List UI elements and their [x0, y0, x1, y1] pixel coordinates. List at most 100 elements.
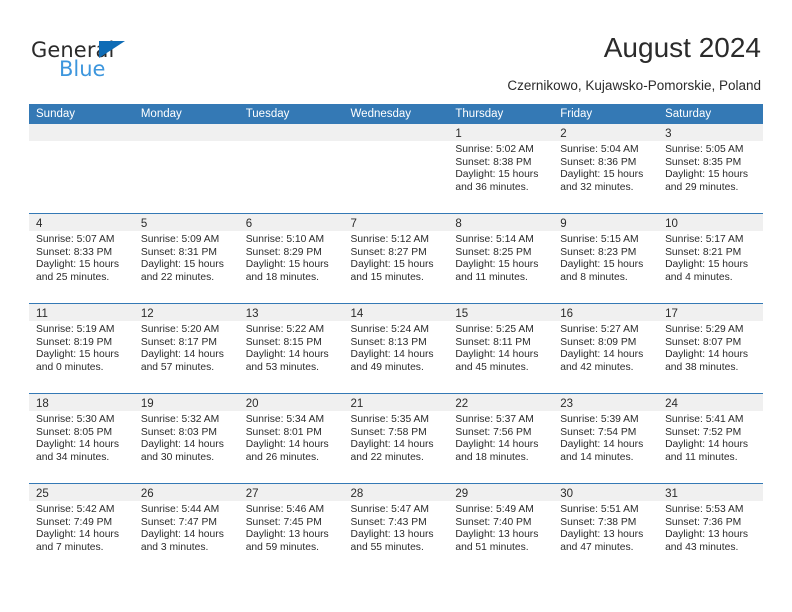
daylight-text-line1: Daylight: 13 hours [245, 529, 329, 541]
day-details: Sunrise: 5:42 AM Sunset: 7:49 PM Dayligh… [29, 501, 134, 554]
day-cell[interactable]: 7 Sunrise: 5:12 AM Sunset: 8:27 PM Dayli… [343, 214, 449, 303]
day-cell[interactable]: 28 Sunrise: 5:47 AM Sunset: 7:43 PM Dayl… [343, 484, 449, 573]
day-cell[interactable]: 9 Sunrise: 5:15 AM Sunset: 8:23 PM Dayli… [553, 214, 659, 303]
day-cell[interactable]: 22 Sunrise: 5:37 AM Sunset: 7:56 PM Dayl… [448, 394, 554, 483]
daylight-text-line2: and 11 minutes. [455, 271, 528, 283]
day-details: Sunrise: 5:19 AM Sunset: 8:19 PM Dayligh… [29, 321, 134, 374]
day-cell[interactable]: 23 Sunrise: 5:39 AM Sunset: 7:54 PM Dayl… [553, 394, 659, 483]
sunset-text: Sunset: 8:31 PM [140, 246, 217, 258]
day-cell[interactable]: 16 Sunrise: 5:27 AM Sunset: 8:09 PM Dayl… [553, 304, 659, 393]
day-cell[interactable]: 19 Sunrise: 5:32 AM Sunset: 8:03 PM Dayl… [133, 394, 239, 483]
day-number: 10 [665, 218, 678, 230]
day-cell[interactable]: 13 Sunrise: 5:22 AM Sunset: 8:15 PM Dayl… [238, 304, 344, 393]
day-cell[interactable] [343, 124, 449, 213]
day-number-band [133, 124, 239, 141]
day-cell[interactable]: 25 Sunrise: 5:42 AM Sunset: 7:49 PM Dayl… [29, 484, 134, 573]
daylight-text-line2: and 25 minutes. [36, 271, 110, 283]
daylight-text-line2: and 14 minutes. [560, 451, 634, 463]
daylight-text-line2: and 38 minutes. [665, 361, 739, 373]
daylight-text-line1: Daylight: 13 hours [350, 529, 434, 541]
day-number-band: 23 [553, 394, 659, 411]
day-number: 7 [350, 218, 357, 230]
sunset-text: Sunset: 7:43 PM [350, 516, 427, 528]
day-number: 16 [560, 308, 574, 320]
sunset-text: Sunset: 8:38 PM [455, 156, 532, 168]
day-cell[interactable]: 31 Sunrise: 5:53 AM Sunset: 7:36 PM Dayl… [658, 484, 763, 573]
sunrise-text: Sunrise: 5:19 AM [36, 324, 115, 335]
day-cell[interactable]: 1 Sunrise: 5:02 AM Sunset: 8:38 PM Dayli… [448, 124, 554, 213]
day-cell[interactable] [238, 124, 344, 213]
day-number-band: 1 [448, 124, 554, 141]
brand-logo[interactable]: General Blue [31, 38, 191, 84]
day-cell[interactable]: 10 Sunrise: 5:17 AM Sunset: 8:21 PM Dayl… [658, 214, 763, 303]
sunset-text: Sunset: 7:45 PM [245, 516, 322, 528]
day-number: 11 [36, 308, 48, 320]
daylight-text-line1: Daylight: 15 hours [245, 259, 329, 271]
sunset-text: Sunset: 7:52 PM [665, 426, 742, 438]
day-cell[interactable]: 4 Sunrise: 5:07 AM Sunset: 8:33 PM Dayli… [29, 214, 134, 303]
day-details: Sunrise: 5:35 AM Sunset: 7:58 PM Dayligh… [344, 411, 449, 464]
day-cell[interactable]: 27 Sunrise: 5:46 AM Sunset: 7:45 PM Dayl… [238, 484, 344, 573]
day-cell[interactable]: 24 Sunrise: 5:41 AM Sunset: 7:52 PM Dayl… [658, 394, 763, 483]
day-cell[interactable]: 5 Sunrise: 5:09 AM Sunset: 8:31 PM Dayli… [133, 214, 239, 303]
day-cell[interactable]: 15 Sunrise: 5:25 AM Sunset: 8:11 PM Dayl… [448, 304, 554, 393]
day-details: Sunrise: 5:46 AM Sunset: 7:45 PM Dayligh… [239, 501, 344, 554]
day-cell[interactable]: 14 Sunrise: 5:24 AM Sunset: 8:13 PM Dayl… [343, 304, 449, 393]
day-cell[interactable]: 18 Sunrise: 5:30 AM Sunset: 8:05 PM Dayl… [29, 394, 134, 483]
daylight-text-line2: and 36 minutes. [455, 181, 529, 193]
sunrise-text: Sunrise: 5:46 AM [245, 504, 325, 515]
day-number-band: 28 [343, 484, 449, 501]
day-number-band: 8 [448, 214, 554, 231]
sunset-text: Sunset: 7:40 PM [455, 516, 532, 528]
day-cell[interactable]: 29 Sunrise: 5:49 AM Sunset: 7:40 PM Dayl… [448, 484, 554, 573]
day-number: 20 [245, 398, 259, 410]
sunset-text: Sunset: 8:19 PM [36, 336, 113, 348]
day-number: 5 [140, 218, 148, 230]
weekday-header-tuesday: Tuesday [245, 108, 290, 120]
day-number-band: 15 [448, 304, 554, 321]
day-details [29, 141, 134, 144]
day-cell[interactable]: 12 Sunrise: 5:20 AM Sunset: 8:17 PM Dayl… [133, 304, 239, 393]
day-cell[interactable] [29, 124, 134, 213]
day-number: 29 [455, 488, 469, 500]
day-cell[interactable]: 6 Sunrise: 5:10 AM Sunset: 8:29 PM Dayli… [238, 214, 344, 303]
day-cell[interactable]: 30 Sunrise: 5:51 AM Sunset: 7:38 PM Dayl… [553, 484, 659, 573]
sunrise-text: Sunrise: 5:47 AM [350, 504, 429, 515]
day-cell[interactable]: 17 Sunrise: 5:29 AM Sunset: 8:07 PM Dayl… [658, 304, 763, 393]
day-number-band: 19 [133, 394, 239, 411]
day-details: Sunrise: 5:17 AM Sunset: 8:21 PM Dayligh… [658, 231, 763, 284]
day-cell[interactable]: 3 Sunrise: 5:05 AM Sunset: 8:35 PM Dayli… [658, 124, 763, 213]
page-title: August 2024 [603, 32, 761, 63]
sunrise-text: Sunrise: 5:39 AM [560, 414, 639, 425]
sunrise-text: Sunrise: 5:37 AM [455, 414, 534, 425]
day-details: Sunrise: 5:14 AM Sunset: 8:25 PM Dayligh… [448, 231, 553, 284]
daylight-text-line2: and 53 minutes. [245, 361, 319, 373]
daylight-text-line2: and 59 minutes. [245, 541, 319, 553]
daylight-text-line1: Daylight: 14 hours [560, 349, 644, 361]
day-number: 18 [36, 398, 49, 410]
sunset-text: Sunset: 8:36 PM [560, 156, 637, 168]
daylight-text-line1: Daylight: 14 hours [665, 349, 749, 361]
day-cell[interactable]: 11 Sunrise: 5:19 AM Sunset: 8:19 PM Dayl… [29, 304, 134, 393]
day-cell[interactable]: 8 Sunrise: 5:14 AM Sunset: 8:25 PM Dayli… [448, 214, 554, 303]
sunrise-text: Sunrise: 5:53 AM [665, 504, 744, 515]
sunrise-text: Sunrise: 5:17 AM [665, 234, 744, 245]
day-cell[interactable]: 2 Sunrise: 5:04 AM Sunset: 8:36 PM Dayli… [553, 124, 659, 213]
day-cell[interactable]: 26 Sunrise: 5:44 AM Sunset: 7:47 PM Dayl… [133, 484, 239, 573]
day-cell[interactable]: 21 Sunrise: 5:35 AM Sunset: 7:58 PM Dayl… [343, 394, 449, 483]
day-number-band: 25 [29, 484, 134, 501]
day-details: Sunrise: 5:02 AM Sunset: 8:38 PM Dayligh… [448, 141, 553, 194]
day-details: Sunrise: 5:39 AM Sunset: 7:54 PM Dayligh… [553, 411, 658, 464]
day-number: 4 [36, 218, 43, 230]
day-cell[interactable]: 20 Sunrise: 5:34 AM Sunset: 8:01 PM Dayl… [238, 394, 344, 483]
day-number: 8 [455, 218, 462, 230]
daylight-text-line2: and 51 minutes. [455, 541, 529, 553]
sunrise-text: Sunrise: 5:35 AM [350, 414, 429, 425]
sunrise-text: Sunrise: 5:25 AM [455, 324, 534, 335]
day-number: 28 [350, 488, 364, 500]
day-number-band [29, 124, 134, 141]
day-number: 1 [455, 128, 462, 140]
daylight-text-line2: and 22 minutes. [350, 451, 424, 463]
day-cell[interactable] [133, 124, 239, 213]
daylight-text-line1: Daylight: 15 hours [455, 259, 539, 271]
